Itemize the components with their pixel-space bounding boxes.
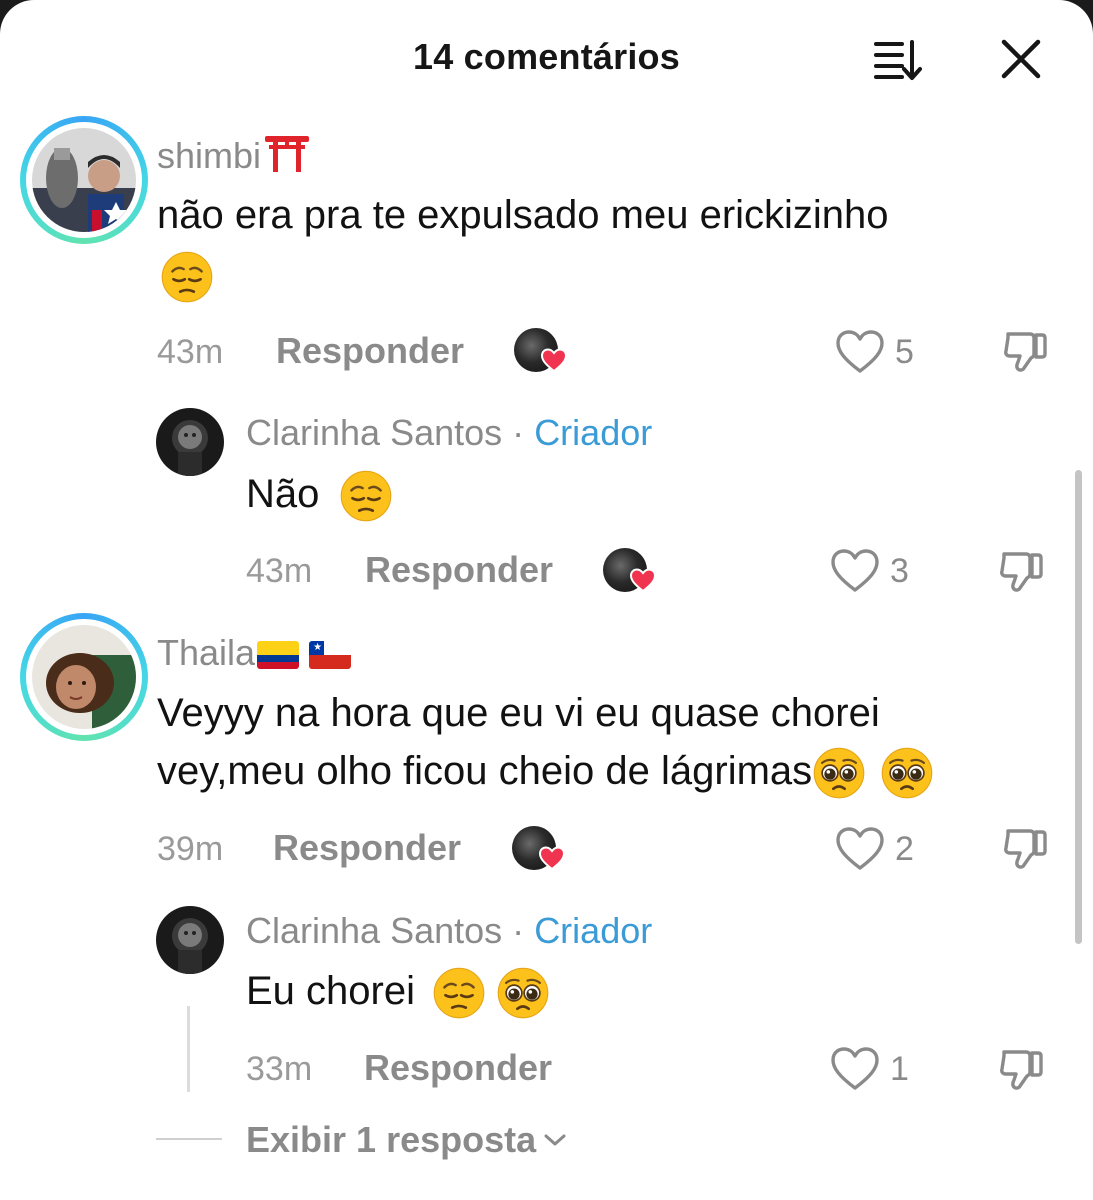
colombia-flag [257,641,300,670]
reply-text: Eu chorei [246,962,550,1020]
heart-outline-icon[interactable] [835,329,885,375]
reply-time: 43m [246,552,313,590]
like-count: 3 [890,552,909,590]
reply-button[interactable]: Responder [365,549,553,591]
like-count: 5 [895,333,914,371]
reply-button[interactable]: Responder [273,827,461,869]
reply-button[interactable]: Responder [276,330,464,372]
pensive-emoji [160,250,214,304]
like-count: 2 [895,830,914,868]
sort-icon[interactable] [872,38,924,82]
avatar [32,128,136,232]
pleading-emoji [496,966,550,1020]
comment-time: 43m [157,333,224,371]
torii-gate-emoji [265,136,310,172]
reply-username[interactable]: Clarinha Santos · Criador [246,910,652,952]
heart-outline-icon[interactable] [830,548,880,594]
comments-sheet: 14 comentários shimbi não era pra te exp… [0,0,1093,1200]
dislike-icon[interactable] [996,1044,1046,1094]
creator-badge: Criador [534,412,653,453]
comment-text-line2: vey,meu olho ficou cheio de lágrimas [157,742,934,800]
creator-liked-heart-icon [539,846,565,870]
view-replies-button[interactable]: Exibir 1 resposta [246,1119,568,1161]
creator-avatar[interactable] [156,408,224,476]
creator-liked-heart-icon [541,348,567,372]
avatar-story-ring[interactable] [20,116,148,244]
comments-count-title: 14 comentários [413,36,680,77]
like-count: 1 [890,1050,909,1088]
pensive-emoji [339,469,393,523]
comment-username[interactable]: Thaila ★ [157,632,352,674]
reply-username[interactable]: Clarinha Santos · Criador [246,412,652,454]
comment-text: não era pra te expulsado meu erickizinho [157,193,889,237]
comment-time: 39m [157,830,224,868]
reply-button[interactable]: Responder [364,1047,552,1089]
avatar [32,625,136,729]
dislike-icon[interactable] [1000,326,1050,376]
comment-username[interactable]: shimbi [157,134,311,177]
creator-badge: Criador [534,910,653,951]
scrollbar[interactable] [1075,470,1082,944]
pleading-emoji [880,746,934,800]
reply-time: 33m [246,1050,313,1088]
avatar-story-ring[interactable] [20,613,148,741]
heart-outline-icon[interactable] [835,826,885,872]
thread-line [187,1006,190,1092]
pleading-emoji [812,746,866,800]
heart-outline-icon[interactable] [830,1046,880,1092]
comment-text: Veyyy na hora que eu vi eu quase chorei [157,691,880,735]
pensive-emoji [432,966,486,1020]
chevron-down-icon [544,1134,566,1146]
reply-text: Não [246,465,393,523]
dislike-icon[interactable] [1000,823,1050,873]
chile-flag: ★ [309,641,352,670]
close-icon[interactable] [1000,38,1042,80]
dislike-icon[interactable] [996,546,1046,596]
creator-liked-heart-icon [630,568,656,592]
creator-avatar[interactable] [156,906,224,974]
divider-line [156,1138,222,1140]
